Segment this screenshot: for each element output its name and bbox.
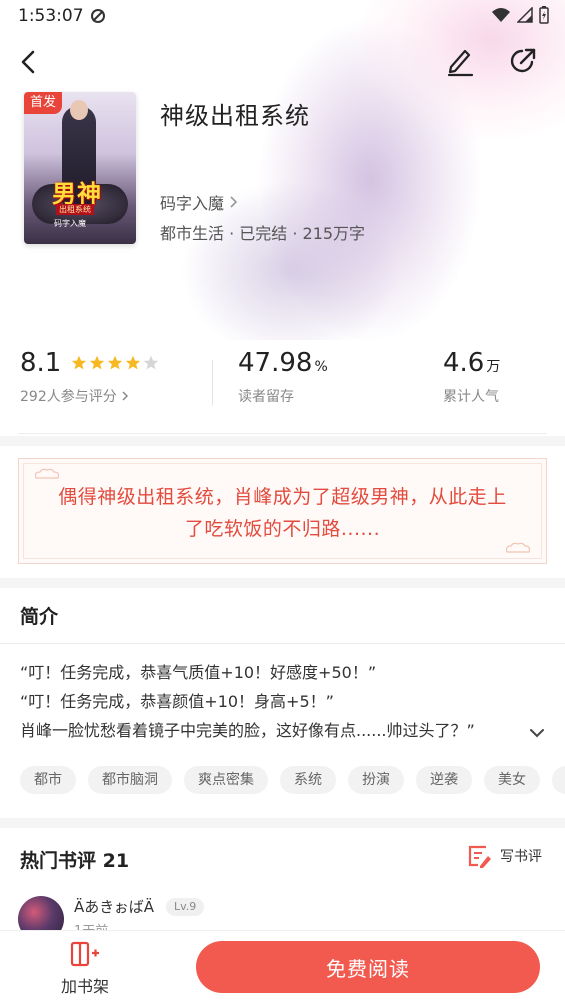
author-link[interactable]: 码字入魔 bbox=[160, 190, 238, 214]
level-badge: Lv.9 bbox=[166, 898, 205, 916]
star-icon bbox=[72, 355, 87, 370]
pen-icon bbox=[447, 49, 474, 77]
write-review-button[interactable]: 写书评 bbox=[466, 843, 542, 869]
reviewer-name: ÄあきぉばÄ bbox=[74, 898, 155, 916]
rating-stars bbox=[71, 355, 159, 371]
signal-icon bbox=[517, 7, 533, 23]
wifi-icon bbox=[492, 8, 510, 22]
cover-subtitle-text: 出租系统 bbox=[56, 204, 94, 215]
author-name: 码字入魔 bbox=[160, 194, 225, 213]
battery-icon bbox=[539, 6, 549, 24]
divider bbox=[18, 433, 547, 434]
tag-chip[interactable]: 逆袭 bbox=[416, 766, 472, 794]
book-title: 神级出租系统 bbox=[160, 102, 310, 130]
tag-chip[interactable]: 系统 bbox=[280, 766, 336, 794]
blurb-line-2: 了吃软饭的不归路...... bbox=[184, 518, 381, 540]
chevron-left-icon bbox=[21, 50, 35, 74]
retention-label: 读者留存 bbox=[238, 389, 294, 405]
top-bar bbox=[0, 40, 565, 84]
intro-line: “叮！任务完成，恭喜颜值+10！身高+5！” bbox=[20, 692, 334, 711]
chevron-right-icon bbox=[230, 196, 238, 208]
retention-stat: 47.98 % 读者留存 bbox=[238, 348, 328, 406]
bottom-bar: 加书架 免费阅读 bbox=[0, 930, 565, 1004]
write-review-label: 写书评 bbox=[500, 849, 542, 865]
reviews-title: 热门书评 21 bbox=[20, 846, 129, 873]
intro-line: “叮！任务完成，恭喜气质值+10！好感度+50！” bbox=[20, 663, 377, 682]
intro-title: 简介 bbox=[20, 606, 59, 628]
share-icon bbox=[510, 48, 536, 73]
reviews-count: 21 bbox=[102, 850, 130, 872]
add-to-shelf-button[interactable]: 加书架 bbox=[50, 941, 120, 999]
retention-value: 47.98 bbox=[238, 348, 313, 378]
status-bar: 1:53:07 bbox=[0, 0, 565, 32]
status-icons bbox=[491, 6, 549, 24]
stats-row: 8.1 292人参与评分 47.98 % 读者留存 4.6 万 累计人气 bbox=[0, 348, 565, 428]
edit-button[interactable] bbox=[442, 42, 478, 80]
popularity-unit: 万 bbox=[486, 359, 501, 375]
blurb-line-1: 偶得神级出租系统，肖峰成为了超级男神，从此走上 bbox=[58, 486, 507, 508]
cover-author-text: 码字入魔 bbox=[54, 219, 86, 228]
tag-chip[interactable]: 扮演 bbox=[348, 766, 404, 794]
star-icon bbox=[90, 355, 105, 370]
notification-icon bbox=[91, 9, 105, 23]
first-release-badge: 首发 bbox=[24, 92, 63, 114]
cloud-ornament-icon bbox=[34, 468, 60, 479]
stat-divider bbox=[212, 360, 213, 406]
tag-chip[interactable]: 爽点密集 bbox=[184, 766, 268, 794]
write-review-icon bbox=[468, 845, 491, 868]
expand-intro-button[interactable] bbox=[524, 720, 550, 746]
tag-chip[interactable]: 美女 bbox=[484, 766, 540, 794]
popularity-stat: 4.6 万 累计人气 bbox=[443, 348, 500, 406]
book-meta: 都市生活 · 已完结 · 215万字 bbox=[160, 224, 366, 243]
section-gap bbox=[0, 578, 565, 588]
popularity-label: 累计人气 bbox=[443, 389, 499, 405]
divider bbox=[0, 643, 565, 644]
tag-chip[interactable]: 节 bbox=[552, 766, 565, 794]
section-gap bbox=[0, 818, 565, 828]
status-time: 1:53:07 bbox=[18, 6, 84, 26]
back-button[interactable] bbox=[12, 44, 44, 80]
popularity-value: 4.6 bbox=[443, 348, 485, 378]
intro-line: 肖峰一脸忧愁看着镜子中完美的脸，这好像有点......帅过头了？” bbox=[20, 721, 475, 740]
avatar[interactable] bbox=[18, 896, 64, 932]
intro-text: “叮！任务完成，恭喜气质值+10！好感度+50！” “叮！任务完成，恭喜颜值+1… bbox=[20, 658, 520, 745]
star-icon bbox=[108, 355, 123, 370]
section-gap bbox=[0, 436, 565, 446]
reviews-title-label: 热门书评 bbox=[20, 850, 97, 872]
star-icon bbox=[144, 355, 159, 370]
book-cover[interactable]: 男神 出租系统 码字入魔 首发 bbox=[24, 92, 136, 244]
blurb-card: 偶得神级出租系统，肖峰成为了超级男神，从此走上 了吃软饭的不归路...... bbox=[18, 458, 547, 564]
tag-list: 都市 都市脑洞 爽点密集 系统 扮演 逆袭 美女 节 bbox=[20, 766, 565, 796]
star-icon bbox=[126, 355, 141, 370]
chevron-down-icon bbox=[530, 729, 544, 738]
rating-value: 8.1 bbox=[20, 348, 62, 378]
share-button[interactable] bbox=[505, 42, 541, 80]
retention-unit: % bbox=[314, 359, 328, 375]
tag-chip[interactable]: 都市 bbox=[20, 766, 76, 794]
free-read-button[interactable]: 免费阅读 bbox=[196, 941, 540, 993]
add-to-shelf-label: 加书架 bbox=[60, 977, 109, 996]
tag-chip[interactable]: 都市脑洞 bbox=[88, 766, 172, 794]
add-bookshelf-icon bbox=[70, 941, 99, 967]
chevron-right-icon bbox=[122, 391, 128, 401]
rating-count-label: 292人参与评分 bbox=[20, 389, 117, 405]
review-item[interactable]: ÄあきぉばÄ Lv.9 1天前 bbox=[18, 896, 538, 932]
rating-stat[interactable]: 8.1 292人参与评分 bbox=[20, 348, 159, 406]
